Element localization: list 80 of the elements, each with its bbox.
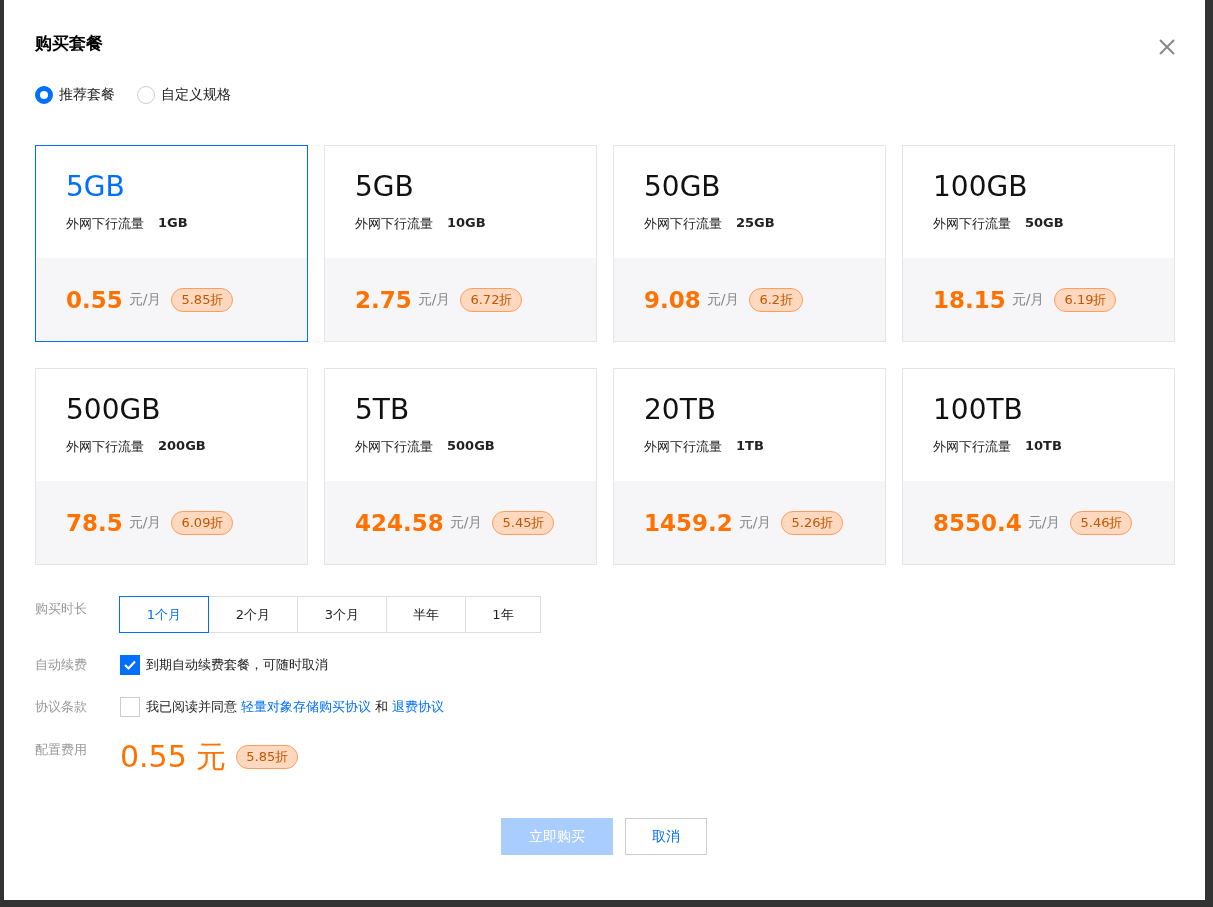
discount-badge: 5.46折 — [1070, 510, 1133, 535]
traffic-label: 外网下行流量 — [355, 438, 433, 456]
discount-badge: 5.45折 — [492, 510, 555, 535]
agreement-text: 我已阅读并同意 — [146, 698, 237, 716]
duration-option[interactable]: 半年 — [386, 596, 466, 633]
price: 18.15 — [933, 286, 1006, 313]
package-size: 500GB — [66, 393, 162, 426]
price: 8550.4 — [933, 509, 1022, 536]
price-unit: 元/月 — [1027, 513, 1061, 532]
conjunction-text: 和 — [375, 698, 388, 716]
agreement-link[interactable]: 轻量对象存储购买协议 — [241, 698, 371, 716]
traffic-label: 外网下行流量 — [933, 438, 1011, 456]
duration-option[interactable]: 3个月 — [297, 596, 387, 633]
package-size: 20TB — [644, 393, 717, 426]
traffic-value: 1TB — [736, 438, 764, 455]
traffic-label: 外网下行流量 — [66, 215, 144, 233]
discount-badge: 6.2折 — [749, 287, 804, 312]
radio-option[interactable]: 自定义规格 — [137, 86, 231, 104]
traffic-value: 50GB — [1025, 215, 1064, 232]
price: 424.58 — [355, 509, 444, 536]
price-unit: 元/月 — [128, 290, 162, 309]
dialog-title: 购买套餐 — [35, 31, 103, 55]
discount-badge: 6.19折 — [1054, 287, 1117, 312]
auto-renew-text: 到期自动续费套餐，可随时取消 — [146, 656, 328, 674]
price-unit: 元/月 — [706, 290, 740, 309]
field-label: 自动续费 — [35, 656, 88, 674]
price: 9.08 — [644, 286, 701, 313]
radio-option[interactable]: 推荐套餐 — [35, 86, 115, 104]
price-unit: 元/月 — [417, 290, 451, 309]
package-card[interactable]: 50GB 外网下行流量 25GB 9.08 元/月 6.2折 — [613, 145, 886, 342]
discount-badge: 5.85折 — [236, 745, 299, 769]
checkbox[interactable] — [120, 697, 140, 717]
checkbox[interactable] — [120, 655, 140, 675]
traffic-value: 200GB — [158, 438, 206, 455]
package-card[interactable]: 100GB 外网下行流量 50GB 18.15 元/月 6.19折 — [902, 145, 1175, 342]
price-unit: 元/月 — [738, 513, 772, 532]
field-label: 购买时长 — [35, 600, 88, 618]
price: 78.5 — [66, 509, 123, 536]
price-unit: 元/月 — [1011, 290, 1045, 309]
field-label: 协议条款 — [35, 698, 88, 716]
traffic-label: 外网下行流量 — [355, 215, 433, 233]
duration-option[interactable]: 1年 — [465, 596, 541, 633]
package-card[interactable]: 5TB 外网下行流量 500GB 424.58 元/月 5.45折 — [324, 368, 597, 565]
traffic-label: 外网下行流量 — [933, 215, 1011, 233]
traffic-value: 10TB — [1025, 438, 1062, 455]
discount-badge: 6.09折 — [171, 510, 234, 535]
discount-badge: 5.26折 — [781, 510, 844, 535]
traffic-label: 外网下行流量 — [644, 215, 722, 233]
refund-link[interactable]: 退费协议 — [392, 698, 444, 716]
discount-badge: 6.72折 — [460, 287, 523, 312]
duration-option[interactable]: 1个月 — [119, 596, 209, 633]
package-card[interactable]: 20TB 外网下行流量 1TB 1459.2 元/月 5.26折 — [613, 368, 886, 565]
traffic-value: 10GB — [447, 215, 486, 232]
package-card[interactable]: 5GB 外网下行流量 1GB 0.55 元/月 5.85折 — [35, 145, 308, 342]
traffic-label: 外网下行流量 — [644, 438, 722, 456]
discount-badge: 5.85折 — [171, 287, 234, 312]
close-icon[interactable] — [1159, 39, 1175, 55]
package-card[interactable]: 5GB 外网下行流量 10GB 2.75 元/月 6.72折 — [324, 145, 597, 342]
package-size: 50GB — [644, 170, 722, 203]
package-size: 100GB — [933, 170, 1029, 203]
cancel-button[interactable]: 取消 — [625, 818, 707, 855]
price-unit: 元/月 — [128, 513, 162, 532]
traffic-value: 1GB — [158, 215, 188, 232]
package-size: 5GB — [66, 170, 126, 203]
price: 1459.2 — [644, 509, 733, 536]
total-cost: 0.55 元 — [120, 738, 227, 776]
package-size: 100TB — [933, 393, 1024, 426]
field-label: 配置费用 — [35, 741, 88, 759]
price: 2.75 — [355, 286, 412, 313]
traffic-value: 25GB — [736, 215, 775, 232]
traffic-label: 外网下行流量 — [66, 438, 144, 456]
duration-option[interactable]: 2个月 — [208, 596, 298, 633]
price-unit: 元/月 — [449, 513, 483, 532]
traffic-value: 500GB — [447, 438, 495, 455]
package-card[interactable]: 100TB 外网下行流量 10TB 8550.4 元/月 5.46折 — [902, 368, 1175, 565]
package-size: 5GB — [355, 170, 415, 203]
package-card[interactable]: 500GB 外网下行流量 200GB 78.5 元/月 6.09折 — [35, 368, 308, 565]
price: 0.55 — [66, 286, 123, 313]
package-size: 5TB — [355, 393, 411, 426]
check-icon — [123, 658, 137, 672]
